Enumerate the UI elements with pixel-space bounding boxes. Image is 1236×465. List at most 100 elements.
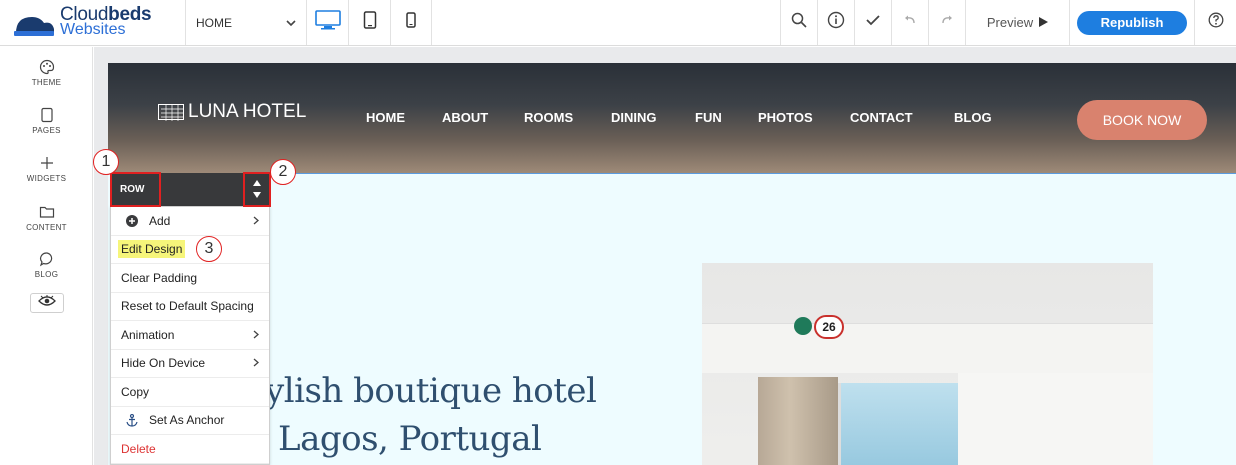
sidebar-item-blog[interactable]: BLOG xyxy=(0,249,93,279)
website-builder: Cloudbeds Websites HOME Preview Republis… xyxy=(0,0,1236,465)
menu-item-label: Hide On Device xyxy=(121,356,206,371)
hotel-logo[interactable]: LUNA HOTEL xyxy=(158,101,306,123)
menu-item-label: Add xyxy=(149,213,171,228)
search-button[interactable] xyxy=(780,0,817,45)
menu-item-label: Animation xyxy=(121,327,175,342)
menu-item-set-anchor[interactable]: Set As Anchor xyxy=(111,407,269,435)
sidebar-item-label: WIDGETS xyxy=(26,174,67,183)
sidebar-item-widgets[interactable]: WIDGETS xyxy=(0,153,93,183)
bed-logo-icon xyxy=(12,11,56,36)
top-toolbar: Cloudbeds Websites HOME Preview Republis… xyxy=(0,0,1236,46)
plus-icon xyxy=(0,153,93,173)
folder-icon xyxy=(0,202,93,222)
sidebar-item-pages[interactable]: PAGES xyxy=(0,105,93,135)
info-button[interactable] xyxy=(817,0,854,45)
menu-item-delete[interactable]: Delete xyxy=(111,435,269,464)
photo-ceiling xyxy=(702,323,1153,373)
tablet-view-button[interactable] xyxy=(348,0,390,45)
tablet-icon xyxy=(363,11,377,34)
nav-contact[interactable]: CONTACT xyxy=(850,110,913,125)
menu-item-label: Edit Design xyxy=(118,240,186,259)
menu-item-clear-padding[interactable]: Clear Padding xyxy=(111,264,269,293)
brand-subtitle: Websites xyxy=(60,21,126,38)
chat-bubble-icon xyxy=(0,249,93,269)
sidebar-item-content[interactable]: CONTENT xyxy=(0,202,93,232)
sidebar-item-theme[interactable]: THEME xyxy=(0,57,93,87)
nav-rooms[interactable]: ROOMS xyxy=(524,110,573,125)
photo-wall xyxy=(958,373,1153,465)
hotel-name: LUNA HOTEL xyxy=(188,101,307,122)
nav-home[interactable]: HOME xyxy=(366,110,405,125)
undo-icon xyxy=(903,14,917,32)
nav-fun[interactable]: FUN xyxy=(695,110,722,125)
brand-logo[interactable]: Cloudbeds Websites xyxy=(0,0,186,45)
nav-dining[interactable]: DINING xyxy=(611,110,657,125)
undo-button[interactable] xyxy=(891,0,928,45)
menu-item-reset-spacing[interactable]: Reset to Default Spacing xyxy=(111,293,269,321)
menu-item-label: Set As Anchor xyxy=(149,413,225,428)
save-check-button[interactable] xyxy=(854,0,891,45)
check-icon xyxy=(865,13,881,32)
row-arrows-highlight xyxy=(243,172,271,207)
desktop-icon xyxy=(314,10,341,35)
mobile-icon xyxy=(406,12,416,33)
menu-item-animation[interactable]: Animation xyxy=(111,321,269,350)
search-icon xyxy=(791,12,807,33)
chevron-right-icon xyxy=(253,214,259,228)
preview-label: Preview xyxy=(986,15,1034,30)
help-icon xyxy=(1208,12,1224,33)
redo-icon xyxy=(940,14,954,32)
room-photo[interactable] xyxy=(702,263,1153,465)
play-icon xyxy=(1039,15,1049,30)
add-circle-icon xyxy=(125,214,139,227)
republish-button[interactable]: Republish xyxy=(1077,10,1187,35)
desktop-view-button[interactable] xyxy=(306,0,348,45)
photo-curtain xyxy=(758,377,838,465)
page-select-value: HOME xyxy=(196,15,232,30)
menu-item-hide-on-device[interactable]: Hide On Device xyxy=(111,350,269,378)
visibility-toggle-button[interactable] xyxy=(30,293,64,313)
mobile-view-button[interactable] xyxy=(390,0,432,45)
row-label-highlight xyxy=(110,172,161,207)
chevron-down-icon xyxy=(286,16,296,30)
sidebar-item-label: BLOG xyxy=(34,270,59,279)
republish-wrapper: Republish xyxy=(1069,0,1194,45)
book-now-button[interactable]: BOOK NOW xyxy=(1077,100,1207,140)
headline-line-1[interactable]: ylish boutique hotel xyxy=(265,371,597,411)
palette-icon xyxy=(0,57,93,77)
count-badge[interactable]: 26 xyxy=(814,315,844,339)
page-icon xyxy=(0,105,93,125)
row-context-menu: Add Edit Design Clear Padding Reset to D… xyxy=(110,206,270,465)
nav-photos[interactable]: PHOTOS xyxy=(758,110,813,125)
nav-about[interactable]: ABOUT xyxy=(442,110,488,125)
callout-1: 1 xyxy=(93,149,119,175)
menu-item-copy[interactable]: Copy xyxy=(111,378,269,407)
site-header[interactable]: LUNA HOTEL HOME ABOUT ROOMS DINING FUN P… xyxy=(108,63,1236,173)
menu-item-edit-design[interactable]: Edit Design xyxy=(111,236,269,264)
sidebar-item-label: CONTENT xyxy=(26,223,67,232)
redo-button[interactable] xyxy=(928,0,965,45)
menu-item-label: Clear Padding xyxy=(121,270,198,285)
callout-3: 3 xyxy=(196,236,222,262)
menu-item-add[interactable]: Add xyxy=(111,207,269,236)
chevron-right-icon xyxy=(253,328,259,342)
callout-2: 2 xyxy=(270,159,296,185)
menu-item-label: Delete xyxy=(121,441,156,456)
headline-line-2[interactable]: Lagos, Portugal xyxy=(278,419,542,459)
sidebar-item-label: PAGES xyxy=(32,126,61,135)
nav-blog[interactable]: BLOG xyxy=(954,110,992,125)
left-sidebar: THEME PAGES WIDGETS CONTENT BLOG xyxy=(0,47,93,465)
chevron-right-icon xyxy=(253,356,259,370)
eye-icon xyxy=(38,294,56,312)
anchor-icon xyxy=(125,413,139,427)
map-pin-icon[interactable] xyxy=(794,317,812,335)
photo-window xyxy=(838,383,958,465)
help-button[interactable] xyxy=(1194,0,1236,45)
preview-button[interactable]: Preview xyxy=(965,0,1069,45)
hero-row[interactable]: ylish boutique hotel Lagos, Portugal xyxy=(108,173,1236,465)
menu-item-label: Reset to Default Spacing xyxy=(121,299,254,314)
sidebar-item-label: THEME xyxy=(31,78,62,87)
info-icon xyxy=(827,11,845,34)
page-select[interactable]: HOME xyxy=(186,0,306,45)
